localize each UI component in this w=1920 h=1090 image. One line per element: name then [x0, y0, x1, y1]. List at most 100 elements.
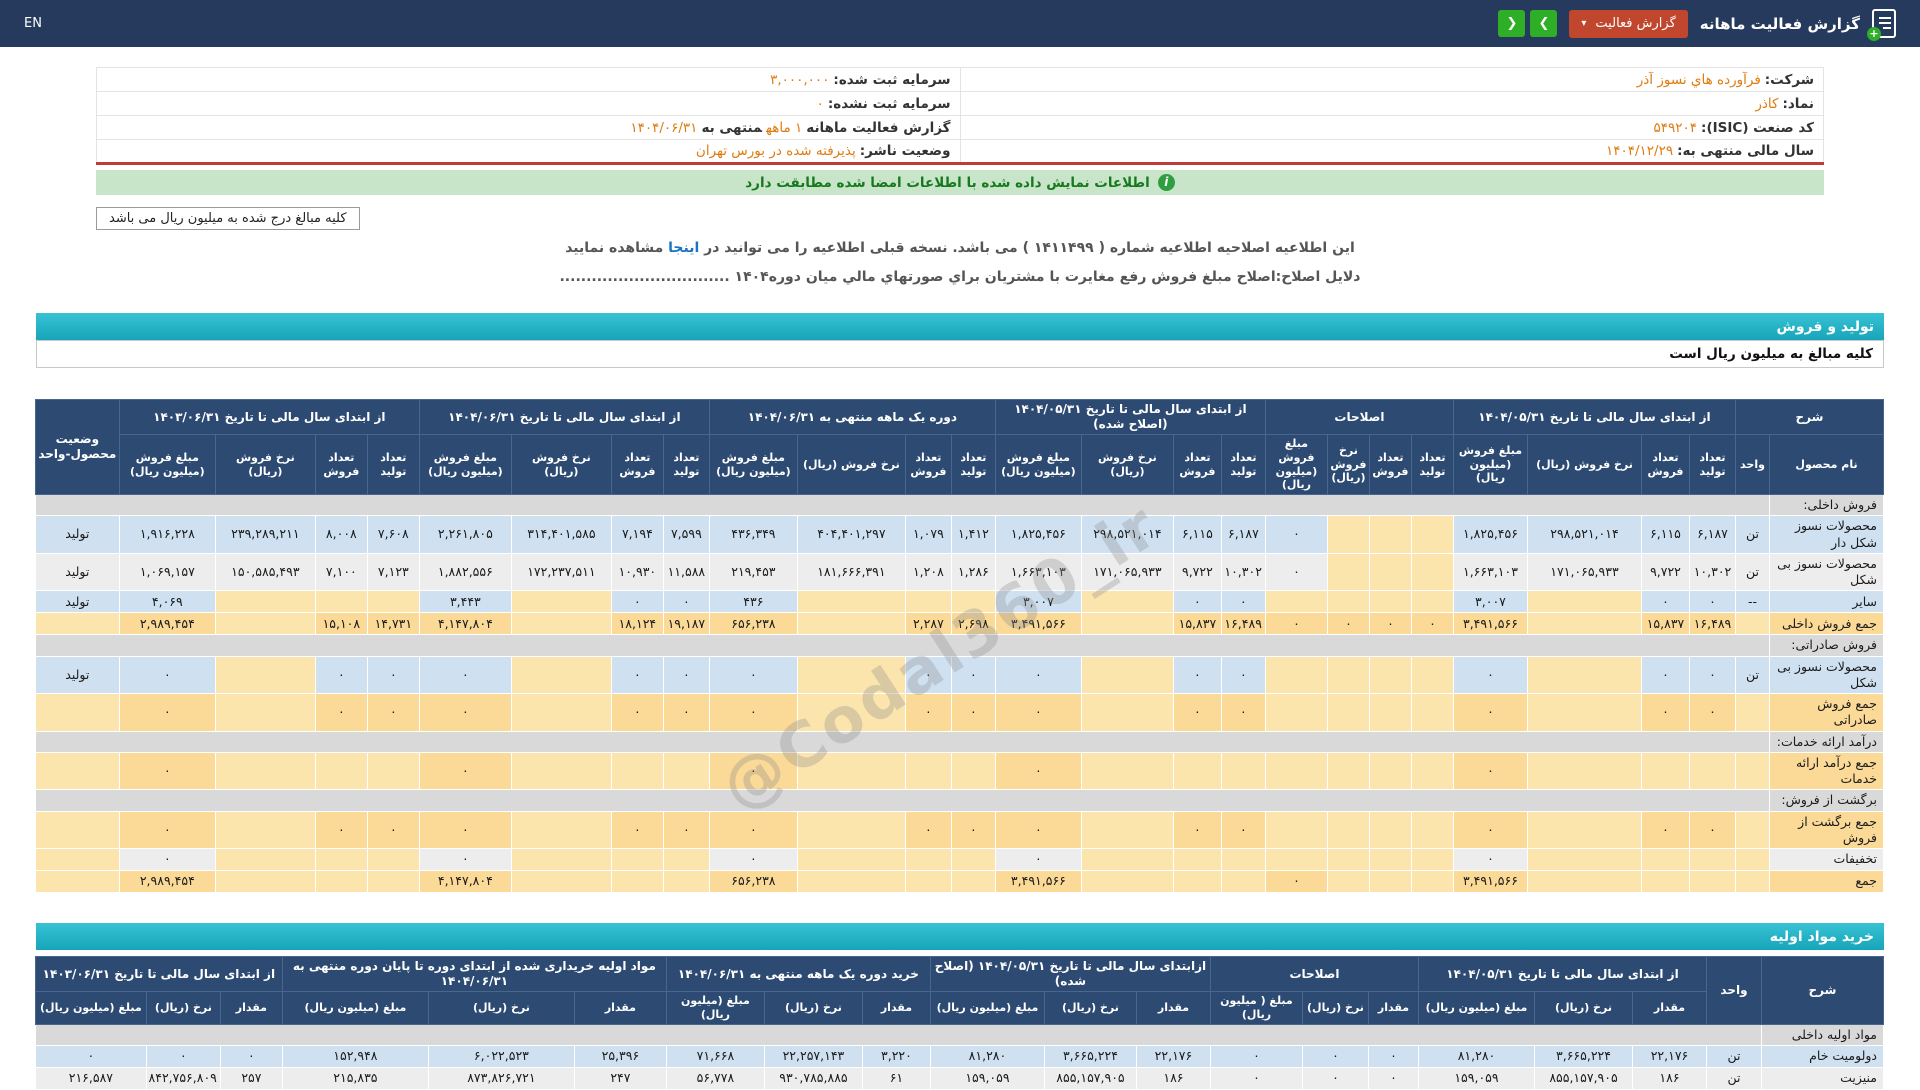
signature-match-notice: i اطلاعات نمایش داده شده با اطلاعات امضا…: [96, 170, 1824, 195]
value-cell: ۸۱,۲۸۰: [930, 1045, 1044, 1067]
value-cell: ۱۷۲,۲۳۷,۵۱۱: [511, 553, 611, 591]
column-header: نرخ (ریال): [428, 992, 574, 1025]
value-cell: ۲۱۵,۸۳۵: [282, 1067, 428, 1089]
value-cell: ۸۵۵,۱۵۷,۹۰۵: [1535, 1067, 1633, 1089]
value-cell: [1081, 752, 1173, 790]
column-header: نام محصول: [1770, 435, 1884, 495]
column-header: تعداد فروش: [1173, 435, 1221, 495]
previous-notice-link[interactable]: اینجا: [668, 240, 699, 256]
nav-forward-button[interactable]: ❯: [1530, 10, 1557, 37]
value-cell: [1527, 591, 1641, 613]
value-cell: ۰: [611, 811, 663, 849]
correction-notice: این اطلاعیه اصلاحیه اطلاعیه شماره ( ۱۴۱۱…: [0, 240, 1920, 256]
value-cell: ۱۵,۸۳۷: [1641, 613, 1689, 635]
activity-report-icon[interactable]: +: [1872, 9, 1896, 38]
section-row: مواد اولیه داخلی: [35, 1024, 1883, 1045]
value-cell: ۰: [419, 694, 511, 732]
value-cell: ۰: [1210, 1067, 1302, 1089]
info-value: ۳,۰۰۰,۰۰۰: [770, 72, 829, 88]
value-cell: ۶,۱۸۷: [1221, 516, 1265, 554]
value-cell: [951, 849, 995, 871]
section-row: فروش صادراتی:: [35, 635, 1883, 656]
status-cell: تولید: [35, 656, 119, 694]
value-cell: [1327, 553, 1369, 591]
table-row: جمع فروش صادراتی۰۰۰۰۰۰۰۰۰۰۰۰۰۰۰: [35, 694, 1883, 732]
column-header: نرخ (ریال): [146, 992, 220, 1025]
value-cell: [1411, 811, 1453, 849]
value-cell: ۰: [709, 656, 797, 694]
value-cell: [1173, 849, 1221, 871]
value-cell: ۱۵,۸۳۷: [1173, 613, 1221, 635]
value-cell: [797, 694, 905, 732]
section-filler: [35, 635, 1769, 656]
column-header: اصلاحات: [1210, 957, 1418, 992]
value-cell: ۰: [1453, 752, 1527, 790]
value-cell: ۰: [146, 1045, 220, 1067]
amounts-note-row: کلیه مبالغ به میلیون ریال است: [36, 340, 1884, 368]
table-row: جمع فروش داخلی۱۶,۴۸۹۱۵,۸۳۷۳,۴۹۱,۵۶۶۰۰۰۰۱…: [35, 613, 1883, 635]
column-header: نرخ (ریال): [1302, 992, 1368, 1025]
value-cell: ۱۱,۵۸۸: [663, 553, 709, 591]
value-cell: ۱,۸۲۵,۴۵۶: [1453, 516, 1527, 554]
value-cell: ۱۷۱,۰۶۵,۹۳۳: [1527, 553, 1641, 591]
value-cell: [1369, 694, 1411, 732]
value-cell: [1527, 613, 1641, 635]
value-cell: [215, 849, 315, 871]
value-cell: ۰: [1302, 1045, 1368, 1067]
value-cell: ۰: [119, 752, 215, 790]
value-cell: [905, 752, 951, 790]
value-cell: ۲,۶۹۸: [951, 613, 995, 635]
column-header: از ابتدای سال مالی تا تاریخ ۱۴۰۴/۰۵/۳۱: [1418, 957, 1706, 992]
value-cell: ۶۵۶,۲۳۸: [709, 871, 797, 893]
value-cell: [1369, 656, 1411, 694]
column-header: نرخ فروش (ریال): [797, 435, 905, 495]
value-cell: [1173, 752, 1221, 790]
nav-back-button[interactable]: ❮: [1498, 10, 1525, 37]
value-cell: ۳,۴۹۱,۵۶۶: [1453, 613, 1527, 635]
column-header: مقدار: [574, 992, 666, 1025]
value-cell: ۰: [709, 849, 797, 871]
value-cell: [511, 591, 611, 613]
value-cell: ۱۹,۱۸۷: [663, 613, 709, 635]
info-label: سرمایه ثبت نشده:: [828, 96, 951, 112]
value-cell: ۰: [367, 656, 419, 694]
company-info-cell: شرکت:فرآورده هاي نسوز آذر: [960, 68, 1824, 92]
company-info-cell: کد صنعت (ISIC):۵۴۹۲۰۴: [960, 116, 1824, 140]
value-cell: ۷۱,۶۶۸: [666, 1045, 764, 1067]
language-toggle[interactable]: EN: [24, 16, 42, 31]
column-header: از ابتدای سال مالی تا تاریخ ۱۴۰۴/۰۵/۳۱: [1453, 400, 1735, 435]
column-header: وضعیت محصول-واحد: [35, 400, 119, 495]
value-cell: ۱۵,۱۰۸: [315, 613, 367, 635]
section-filler: [35, 495, 1769, 516]
value-cell: ۸۱,۲۸۰: [1418, 1045, 1534, 1067]
header-row: شرحاز ابتدای سال مالی تا تاریخ ۱۴۰۴/۰۵/۳…: [35, 400, 1883, 435]
unit-cell: تن: [1735, 553, 1769, 591]
value-cell: ۹,۷۲۲: [1173, 553, 1221, 591]
table-row: سایر--۰۰۳,۰۰۷۰۰۳,۰۰۷۴۳۶۰۰۳,۴۴۳۴,۰۶۹تولید: [35, 591, 1883, 613]
value-cell: ۰: [1302, 1067, 1368, 1089]
value-cell: [215, 752, 315, 790]
value-cell: ۲۹۸,۵۲۱,۰۱۴: [1527, 516, 1641, 554]
value-cell: [315, 752, 367, 790]
unit-cell: --: [1735, 591, 1769, 613]
report-type-dropdown[interactable]: گزارش فعالیت ▾: [1569, 10, 1687, 38]
unit-cell: [1735, 752, 1769, 790]
section-filler: [35, 731, 1769, 752]
column-header: تعداد تولید: [663, 435, 709, 495]
value-cell: ۱۸۱,۶۶۶,۳۹۱: [797, 553, 905, 591]
value-cell: ۰: [1641, 811, 1689, 849]
value-cell: [797, 591, 905, 613]
company-info-cell: وضعیت ناشر:پذیرفته شده در بورس تهران: [97, 140, 961, 164]
value-cell: [1369, 591, 1411, 613]
column-header: مبلغ (میلیون ریال): [1418, 992, 1534, 1025]
value-cell: [1527, 694, 1641, 732]
value-cell: [1527, 752, 1641, 790]
column-header: تعداد تولید: [367, 435, 419, 495]
column-header: مبلغ (میلیون ریال): [930, 992, 1044, 1025]
column-header: نرخ فروش (ریال): [511, 435, 611, 495]
value-cell: ۰: [367, 694, 419, 732]
info-value: ۱۴۰۴/۱۲/۲۹: [1606, 143, 1673, 159]
value-cell: ۱,۲۸۶: [951, 553, 995, 591]
value-cell: ۰: [995, 811, 1081, 849]
value-cell: ۰: [995, 849, 1081, 871]
